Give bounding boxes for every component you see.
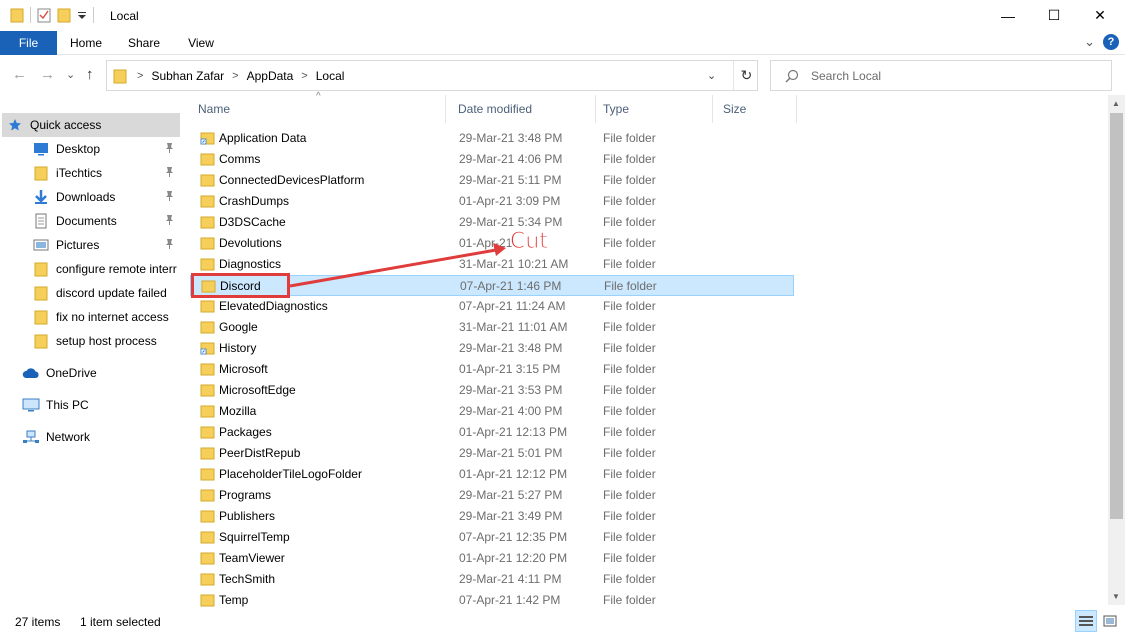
details-view-button[interactable] xyxy=(1075,610,1097,632)
details-view-icon xyxy=(1079,616,1093,626)
annotation-arrow xyxy=(289,243,506,288)
item-count: 27 items xyxy=(15,615,61,629)
selection-count: 1 item selected xyxy=(80,615,161,629)
annotation-highlight-box xyxy=(191,273,290,298)
annotation-label: Cut xyxy=(510,229,549,255)
status-bar: 27 items 1 item selected xyxy=(0,608,1125,634)
view-toggle xyxy=(1075,610,1121,632)
large-icons-view-button[interactable] xyxy=(1099,610,1121,632)
large-icons-view-icon xyxy=(1103,615,1117,627)
